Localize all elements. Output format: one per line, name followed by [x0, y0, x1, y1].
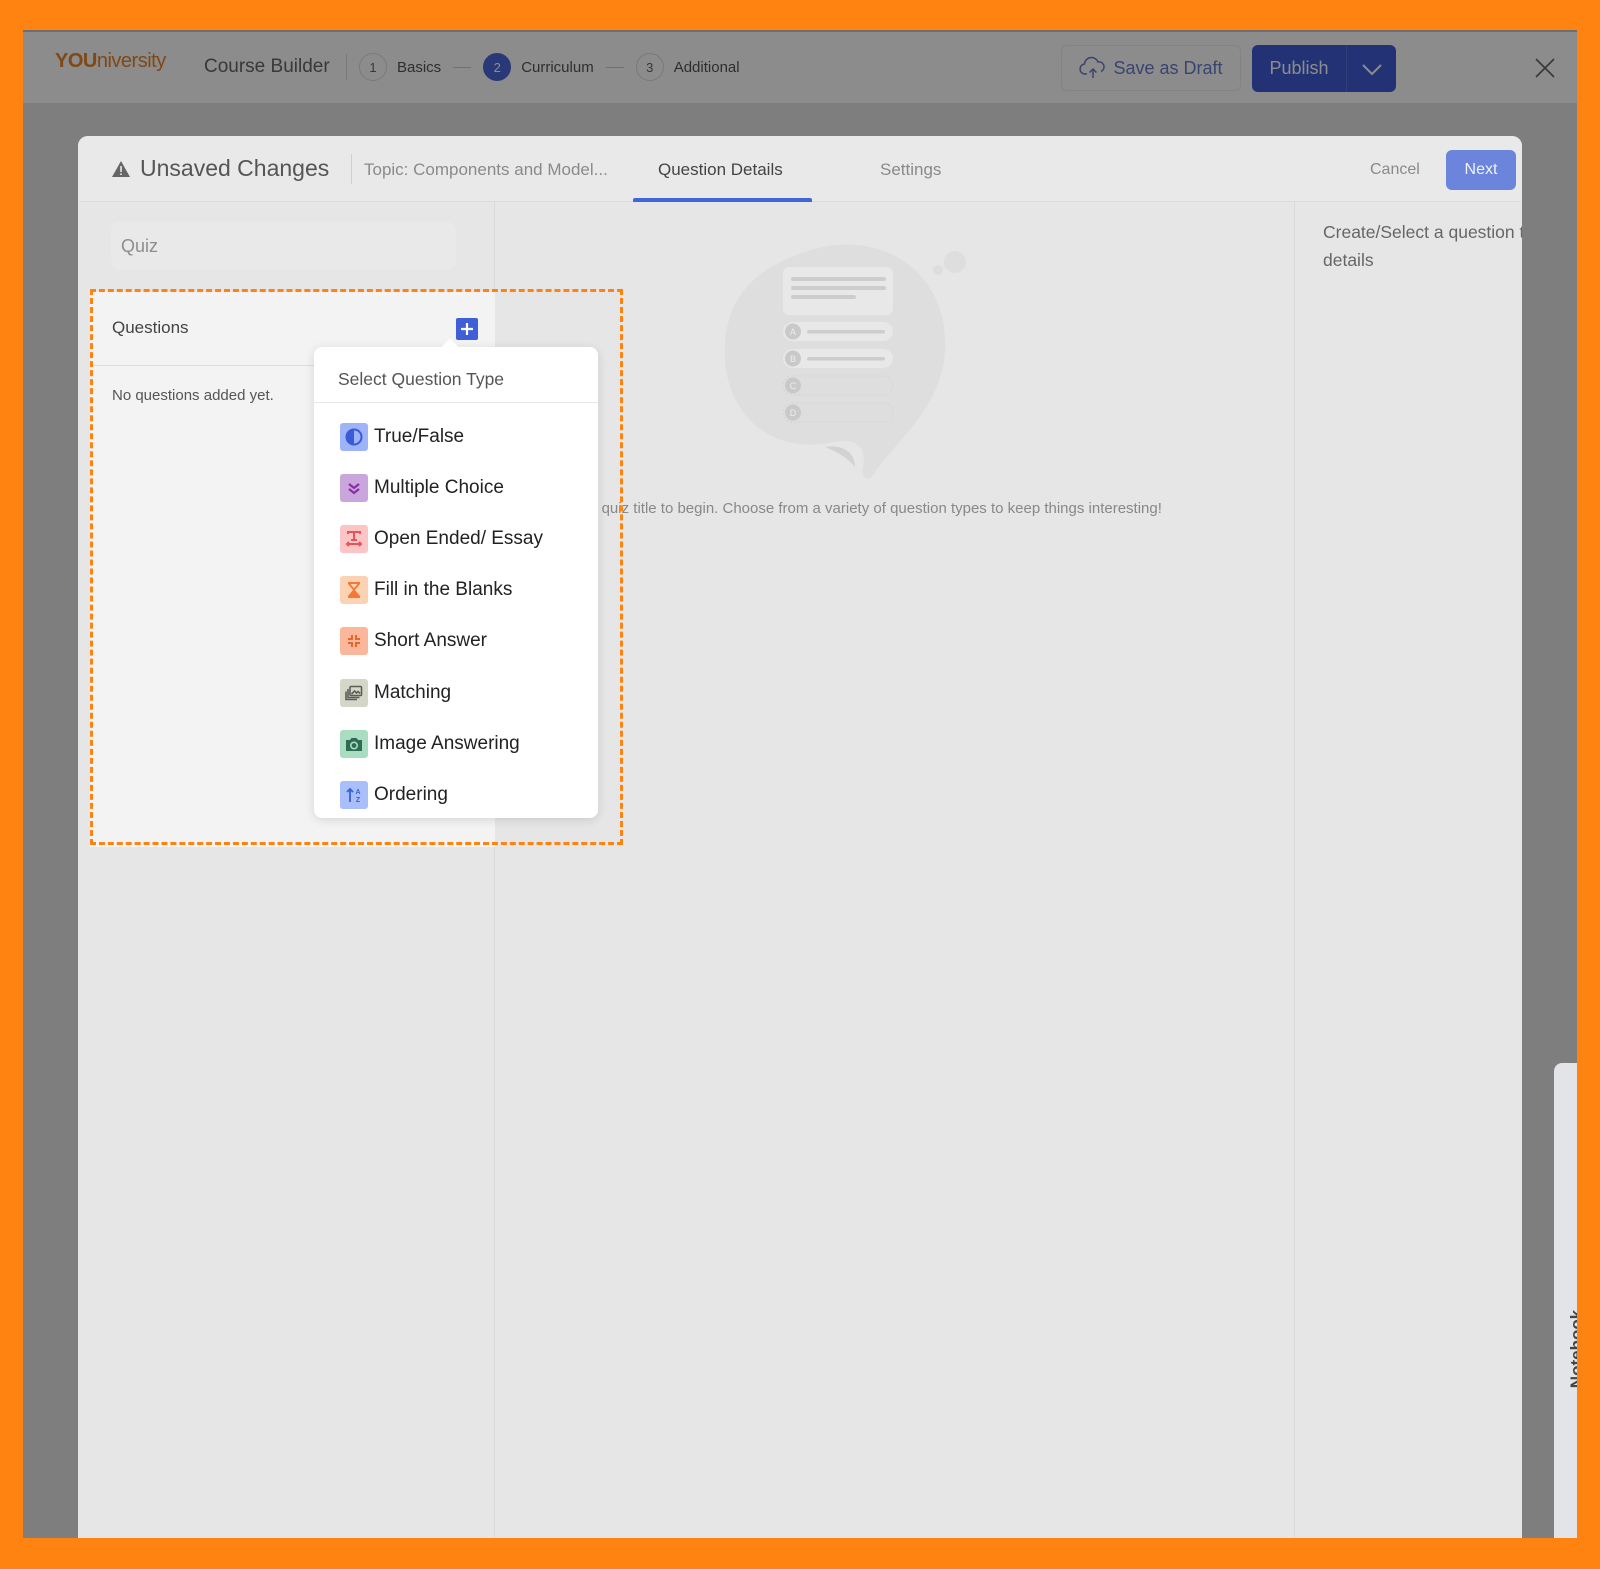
menu-item-label: True/False	[374, 425, 465, 447]
menu-item-ordering[interactable]: AZ Ordering	[340, 769, 543, 820]
text-width-icon	[340, 524, 368, 553]
question-type-menu: Select Question Type True/False Multiple…	[314, 347, 598, 818]
svg-text:D: D	[790, 408, 797, 418]
menu-divider	[314, 402, 598, 403]
empty-quiz-illustration: A B C D	[724, 244, 966, 479]
svg-text:A: A	[790, 327, 796, 337]
details-empty-text: Create/Select a question to view details	[1323, 222, 1522, 270]
menu-item-image-answering[interactable]: Image Answering	[340, 718, 543, 769]
image-stack-icon	[340, 678, 368, 707]
tab-question-details[interactable]: Question Details	[658, 160, 783, 180]
question-type-list: True/False Multiple Choice Open Ended/ E…	[340, 411, 543, 821]
svg-text:B: B	[790, 354, 796, 364]
camera-icon	[340, 729, 368, 758]
menu-item-open-ended[interactable]: Open Ended/ Essay	[340, 513, 543, 564]
menu-item-fill-in-blanks[interactable]: Fill in the Blanks	[340, 565, 543, 616]
menu-item-label: Open Ended/ Essay	[374, 527, 543, 549]
question-details-panel: Create/Select a question to view details	[1295, 202, 1522, 1538]
double-check-icon	[340, 473, 368, 502]
editor-empty-text: Enter a quiz title to begin. Choose from…	[549, 500, 1162, 517]
compress-icon	[340, 627, 368, 656]
sort-az-icon: AZ	[340, 780, 368, 809]
modal-header: Unsaved Changes Topic: Components and Mo…	[78, 136, 1522, 202]
menu-item-true-false[interactable]: True/False	[340, 411, 543, 462]
question-editor: A B C D Enter a quiz title to begin. Cho…	[495, 202, 1295, 1538]
questions-title: Questions	[112, 318, 189, 337]
menu-title: Select Question Type	[338, 369, 505, 389]
menu-item-label: Short Answer	[374, 630, 487, 652]
menu-item-label: Ordering	[374, 783, 448, 805]
topic-breadcrumb: Topic: Components and Model...	[364, 160, 608, 179]
quiz-title-input[interactable]	[111, 222, 456, 270]
tab-settings[interactable]: Settings	[880, 160, 941, 180]
hourglass-icon	[340, 576, 368, 605]
half-circle-icon	[340, 422, 368, 451]
cancel-button[interactable]: Cancel	[1370, 161, 1420, 179]
warning-icon	[112, 160, 130, 177]
next-button[interactable]: Next	[1446, 150, 1516, 190]
menu-item-label: Multiple Choice	[374, 476, 504, 498]
app-screen: YOUniversity Course Builder 1 Basics 2 C…	[23, 30, 1577, 1538]
menu-item-label: Fill in the Blanks	[374, 579, 513, 601]
svg-text:C: C	[790, 381, 797, 391]
menu-item-matching[interactable]: Matching	[340, 667, 543, 718]
menu-item-multiple-choice[interactable]: Multiple Choice	[340, 462, 543, 513]
notebook-label: Notebook	[1567, 1309, 1577, 1389]
menu-item-label: Matching	[374, 681, 452, 703]
header-divider	[351, 154, 352, 184]
svg-text:Z: Z	[356, 797, 361, 804]
menu-item-short-answer[interactable]: Short Answer	[340, 616, 543, 667]
quiz-modal: Unsaved Changes Topic: Components and Mo…	[78, 136, 1522, 1538]
add-question-button[interactable]	[456, 318, 478, 340]
unsaved-label: Unsaved Changes	[140, 155, 330, 181]
plus-icon	[461, 323, 473, 335]
menu-item-label: Image Answering	[374, 732, 520, 754]
questions-empty-text: No questions added yet.	[112, 387, 274, 404]
unsaved-status: Unsaved Changes	[111, 155, 329, 182]
notebook-tab[interactable]: Notebook	[1554, 1063, 1577, 1538]
svg-text:A: A	[355, 789, 360, 796]
